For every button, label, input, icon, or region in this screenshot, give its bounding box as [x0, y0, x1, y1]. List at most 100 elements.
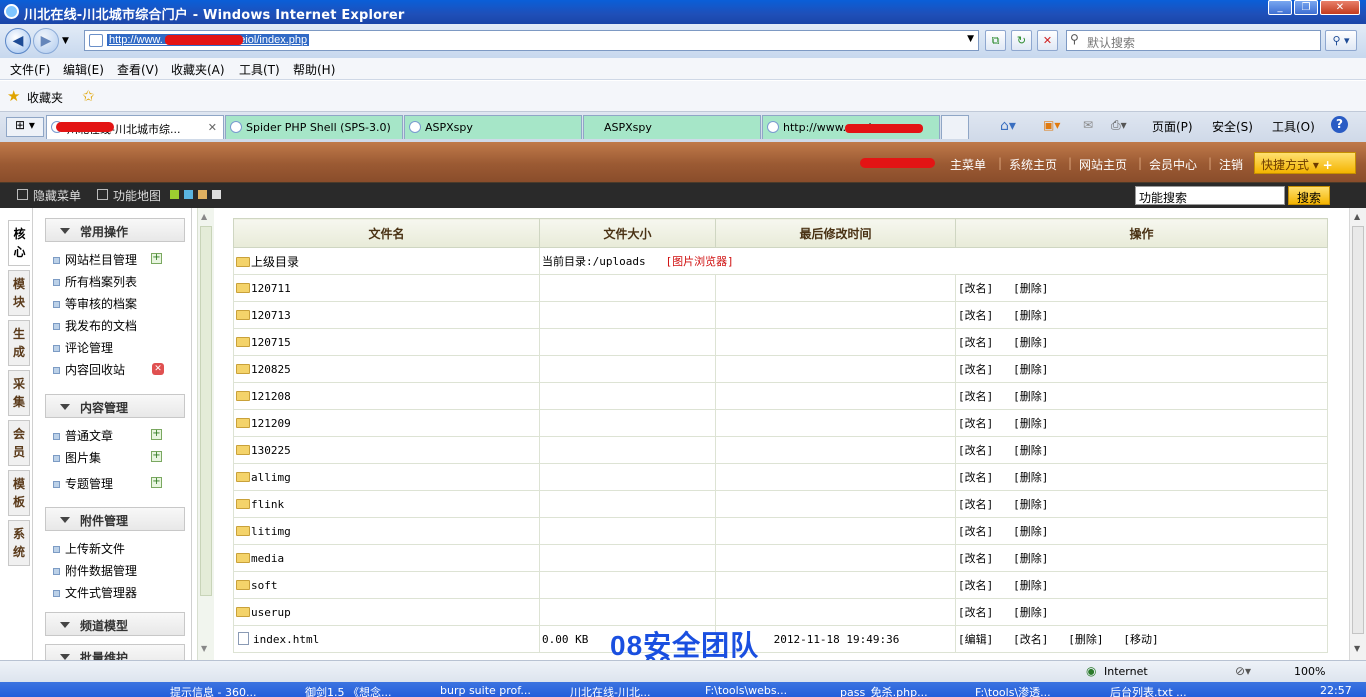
parent-dir-link[interactable]: 上级目录: [251, 255, 299, 269]
delete-link[interactable]: [删除]: [1013, 444, 1048, 457]
menu-topics[interactable]: 专题管理: [52, 475, 113, 492]
tab-aspxspy-1[interactable]: ASPXspy: [404, 115, 582, 139]
section-attachments[interactable]: 附件管理: [45, 507, 185, 531]
add-icon[interactable]: +: [151, 477, 162, 488]
home-icon[interactable]: ⌂▾: [1000, 118, 1016, 134]
delete-link[interactable]: [删除]: [1068, 633, 1103, 646]
delete-link[interactable]: [删除]: [1013, 606, 1048, 619]
menu-edit[interactable]: 编辑(E): [63, 61, 104, 78]
address-dropdown-icon[interactable]: ▼: [967, 34, 974, 44]
rename-link[interactable]: [改名]: [958, 309, 993, 322]
menu-view[interactable]: 查看(V): [117, 61, 159, 78]
function-search-input[interactable]: 功能搜索: [1135, 186, 1285, 205]
task-item[interactable]: 提示信息 - 360...: [170, 684, 256, 697]
folder-link[interactable]: 121209: [251, 417, 291, 430]
address-field[interactable]: http://www. ccol.cn/chuanbeiol/index.php…: [84, 30, 979, 51]
menu-help[interactable]: 帮助(H): [293, 61, 335, 78]
folder-link[interactable]: media: [251, 552, 284, 565]
task-item[interactable]: F:\tools\渗透...: [975, 684, 1051, 697]
link-site-home[interactable]: 网站主页: [1079, 156, 1127, 173]
history-dropdown-icon[interactable]: ▼: [62, 36, 69, 46]
delete-link[interactable]: [删除]: [1013, 525, 1048, 538]
rename-link[interactable]: [改名]: [958, 552, 993, 565]
page-menu[interactable]: 页面(P): [1152, 118, 1193, 135]
vtab-member[interactable]: 会 员: [8, 420, 30, 466]
task-item[interactable]: 御剑1.5 《想念...: [305, 684, 391, 697]
menu-pending-archives[interactable]: 等审核的档案: [52, 295, 137, 312]
rename-link[interactable]: [改名]: [958, 498, 993, 511]
file-link[interactable]: index.html: [253, 633, 319, 646]
scroll-down-icon[interactable]: ▼: [201, 644, 207, 653]
link-system-home[interactable]: 系统主页: [1009, 156, 1057, 173]
folder-link[interactable]: 120715: [251, 336, 291, 349]
task-item[interactable]: pass_免杀.php...: [840, 684, 928, 697]
vtab-generate[interactable]: 生 成: [8, 320, 30, 366]
maximize-button[interactable]: ❐: [1294, 0, 1318, 15]
new-tab-button[interactable]: [941, 115, 969, 139]
tab-spider-shell[interactable]: Spider PHP Shell (SPS-3.0): [225, 115, 403, 139]
menu-file-manager[interactable]: 文件式管理器: [52, 584, 137, 601]
tools-menu[interactable]: 工具(O): [1272, 118, 1315, 135]
scroll-thumb[interactable]: [200, 226, 212, 596]
refresh-icon[interactable]: ↻: [1011, 30, 1032, 51]
quick-menu-button[interactable]: 快捷方式 ▾ +: [1254, 152, 1356, 174]
mail-icon[interactable]: ✉: [1083, 118, 1093, 132]
folder-link[interactable]: 120825: [251, 363, 291, 376]
menu-favorites[interactable]: 收藏夹(A): [171, 61, 225, 78]
section-content[interactable]: 内容管理: [45, 394, 185, 418]
favorites-button[interactable]: 收藏夹: [27, 89, 63, 106]
print-icon[interactable]: ⎙▾: [1111, 118, 1127, 133]
rename-link[interactable]: [改名]: [958, 363, 993, 376]
folder-link[interactable]: allimg: [251, 471, 291, 484]
edit-link[interactable]: [编辑]: [958, 633, 993, 646]
tab-chuanbei[interactable]: 川北在线-川北城市综... ✕: [46, 115, 224, 139]
feeds-icon[interactable]: ▣▾: [1043, 118, 1060, 132]
move-link[interactable]: [移动]: [1123, 633, 1158, 646]
section-common[interactable]: 常用操作: [45, 218, 185, 242]
vtab-template[interactable]: 模 板: [8, 470, 30, 516]
menu-upload-file[interactable]: 上传新文件: [52, 540, 125, 557]
quick-tabs-icon[interactable]: ⊞ ▾: [6, 117, 44, 137]
folder-link[interactable]: 121208: [251, 390, 291, 403]
back-button[interactable]: ◀: [5, 28, 31, 54]
rename-link[interactable]: [改名]: [958, 525, 993, 538]
delete-link[interactable]: [删除]: [1013, 471, 1048, 484]
color-swatch[interactable]: [198, 190, 207, 199]
rename-link[interactable]: [改名]: [958, 390, 993, 403]
section-channel-models[interactable]: 频道模型: [45, 612, 185, 636]
delete-link[interactable]: [删除]: [1013, 498, 1048, 511]
image-browser-link[interactable]: [图片浏览器]: [665, 255, 733, 268]
delete-link[interactable]: [删除]: [1013, 363, 1048, 376]
site-map-link[interactable]: 功能地图: [113, 187, 161, 204]
task-item[interactable]: 川北在线-川北...: [570, 684, 650, 697]
forward-button[interactable]: ▶: [33, 28, 59, 54]
vtab-system[interactable]: 系 统: [8, 520, 30, 566]
menu-my-docs[interactable]: 我发布的文档: [52, 317, 137, 334]
safety-menu[interactable]: 安全(S): [1212, 118, 1253, 135]
vtab-core[interactable]: 核 心: [8, 220, 30, 266]
rename-link[interactable]: [改名]: [958, 444, 993, 457]
tab-url[interactable]: http://www. ccol.cn...: [762, 115, 940, 139]
scroll-up-icon[interactable]: ▲: [1354, 212, 1360, 221]
delete-link[interactable]: [删除]: [1013, 417, 1048, 430]
delete-link[interactable]: [删除]: [1013, 552, 1048, 565]
folder-link[interactable]: userup: [251, 606, 291, 619]
menu-file[interactable]: 文件(F): [10, 61, 50, 78]
help-icon[interactable]: ?: [1331, 116, 1348, 133]
tab-close-icon[interactable]: ✕: [208, 121, 217, 134]
scroll-down-icon[interactable]: ▼: [1354, 644, 1360, 653]
menu-recycle-bin[interactable]: 内容回收站: [52, 361, 125, 378]
delete-link[interactable]: [删除]: [1013, 579, 1048, 592]
task-item[interactable]: burp suite prof...: [440, 684, 531, 697]
hide-menu-link[interactable]: 隐藏菜单: [33, 187, 81, 204]
rename-link[interactable]: [改名]: [958, 579, 993, 592]
color-swatch[interactable]: [212, 190, 221, 199]
minimize-button[interactable]: _: [1268, 0, 1292, 15]
delete-link[interactable]: [删除]: [1013, 282, 1048, 295]
menu-tools[interactable]: 工具(T): [239, 61, 280, 78]
rename-link[interactable]: [改名]: [1013, 633, 1048, 646]
stop-icon[interactable]: ✕: [1037, 30, 1058, 51]
rename-link[interactable]: [改名]: [958, 282, 993, 295]
task-item[interactable]: F:\tools\webs...: [705, 684, 787, 697]
folder-link[interactable]: litimg: [251, 525, 291, 538]
